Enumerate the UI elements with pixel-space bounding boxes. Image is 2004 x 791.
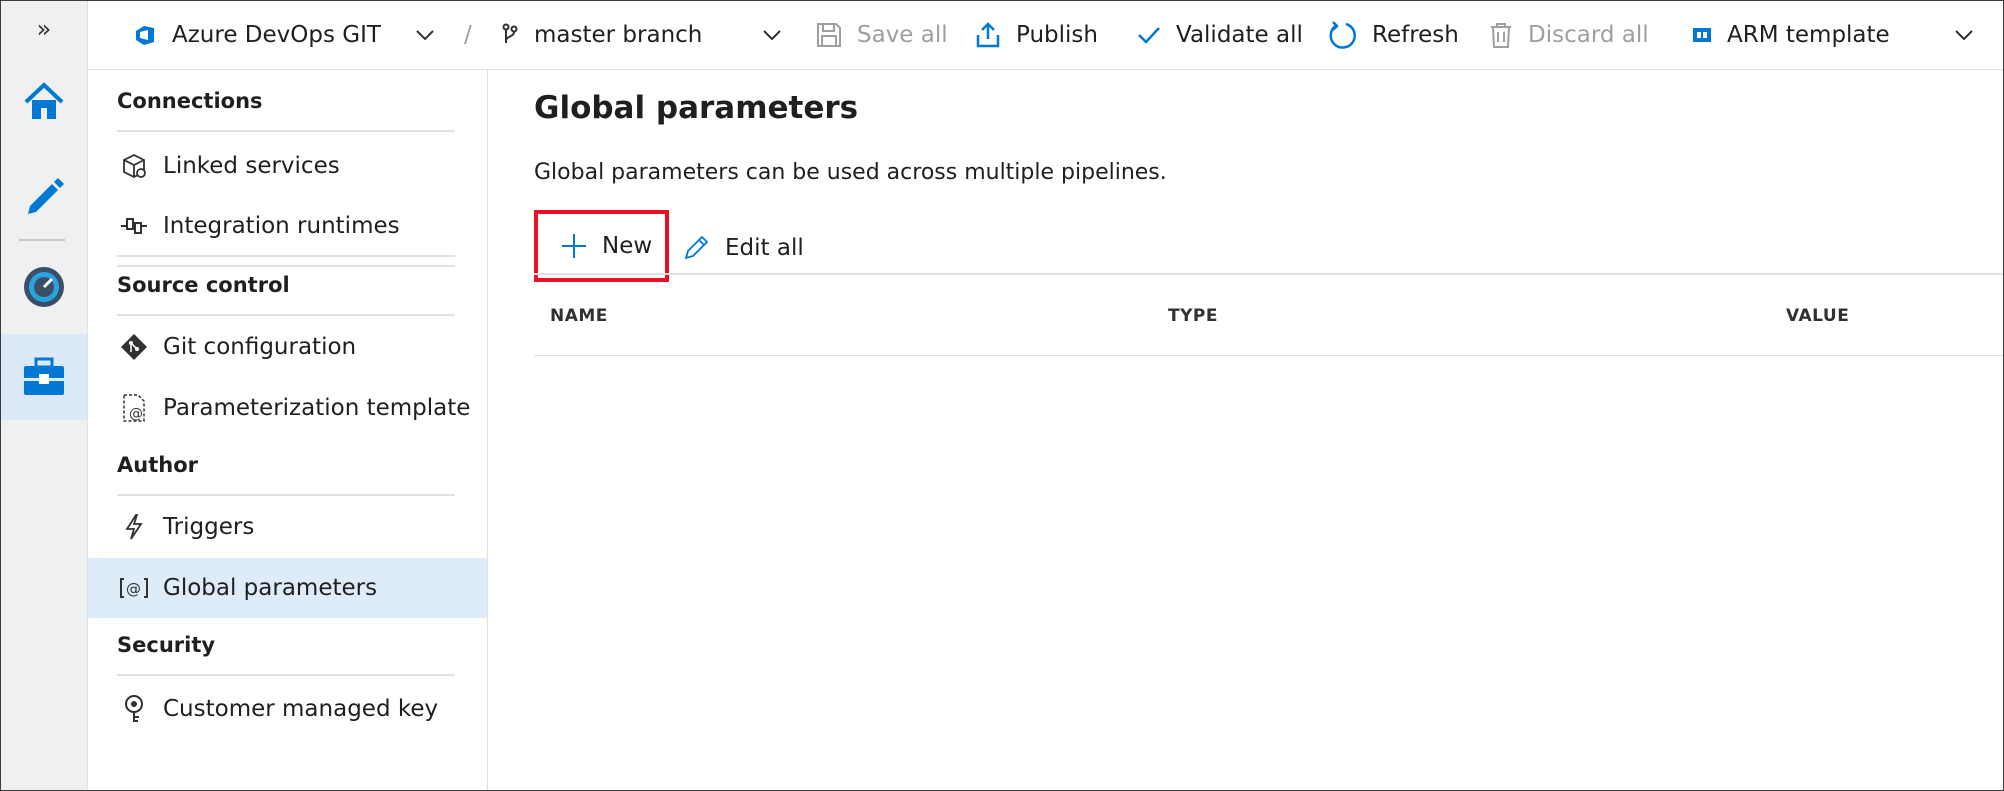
- main-content: Global parameters Global parameters can …: [488, 70, 2003, 790]
- save-all-button[interactable]: Save all: [815, 1, 948, 69]
- path-separator: /: [464, 22, 472, 48]
- save-icon: [817, 23, 841, 47]
- edit-pencil-icon: [684, 235, 709, 260]
- edit-all-button[interactable]: Edit all: [681, 215, 804, 281]
- trigger-icon: [125, 514, 143, 540]
- arm-template-icon: [1693, 28, 1711, 42]
- double-chevron-icon: »: [36, 15, 52, 43]
- rail-monitor-button[interactable]: [1, 244, 87, 330]
- page-title: Global parameters: [534, 90, 859, 126]
- publish-button[interactable]: Publish: [974, 1, 1098, 69]
- column-header-name[interactable]: NAME: [550, 306, 608, 326]
- pencil-icon: [28, 178, 64, 214]
- nav-item-label: Triggers: [163, 514, 255, 540]
- manage-nav: Connections Linked services Integration …: [88, 70, 488, 790]
- window-frame: » Azure DevOps GIT / master branch Save …: [0, 0, 2004, 791]
- branch-selector[interactable]: master branch: [500, 1, 702, 69]
- chevron-down-icon[interactable]: [413, 23, 437, 47]
- svg-text:@: @: [129, 406, 143, 422]
- chevron-down-icon[interactable]: [760, 23, 784, 47]
- linked-services-icon: [123, 153, 146, 179]
- rail-author-button[interactable]: [1, 151, 87, 237]
- nav-item-linked-services[interactable]: Linked services: [88, 136, 487, 196]
- refresh-icon: [1329, 21, 1356, 49]
- top-toolbar: Azure DevOps GIT / master branch Save al…: [88, 1, 2003, 70]
- grid-top-divider: [534, 273, 2003, 275]
- rail-manage-button[interactable]: [1, 334, 87, 420]
- page-description: Global parameters can be used across mul…: [534, 160, 1167, 185]
- nav-item-parameterization-template[interactable]: @ Parameterization template: [88, 378, 487, 438]
- discard-all-button[interactable]: Discard all: [1488, 1, 1649, 69]
- home-icon: [24, 82, 64, 119]
- left-rail: »: [1, 1, 88, 790]
- monitor-icon: [24, 267, 64, 307]
- parameterization-template-icon: @: [123, 394, 145, 422]
- nav-item-label: Git configuration: [163, 334, 357, 360]
- global-parameters-icon: @: [120, 578, 148, 598]
- branch-icon: [502, 23, 518, 43]
- repo-selector[interactable]: Azure DevOps GIT: [134, 1, 381, 69]
- nav-item-customer-managed-key[interactable]: Customer managed key: [88, 679, 487, 739]
- new-label: New: [602, 233, 653, 259]
- column-header-type[interactable]: TYPE: [1168, 306, 1218, 326]
- azure-devops-icon: [136, 26, 154, 45]
- publish-icon: [976, 22, 1000, 48]
- refresh-label: Refresh: [1372, 22, 1459, 48]
- arm-template-button[interactable]: ARM template: [1691, 1, 1890, 69]
- section-security: Security: [117, 616, 455, 676]
- nav-item-triggers[interactable]: Triggers: [88, 497, 487, 557]
- toolbox-icon: [24, 357, 64, 395]
- nav-item-label: Parameterization template: [163, 395, 471, 421]
- edit-all-label: Edit all: [725, 235, 804, 261]
- svg-text:@: @: [126, 580, 141, 598]
- nav-item-label: Linked services: [163, 153, 340, 179]
- discard-all-label: Discard all: [1528, 22, 1649, 48]
- nav-item-global-parameters[interactable]: @ Global parameters: [88, 558, 487, 618]
- trash-icon: [1491, 23, 1511, 48]
- plus-icon: [562, 234, 586, 258]
- section-source-control: Source control: [117, 256, 455, 316]
- grid-header-divider: [534, 355, 2003, 356]
- checkmark-icon: [1138, 27, 1160, 44]
- column-header-value[interactable]: VALUE: [1786, 306, 1849, 326]
- repo-label: Azure DevOps GIT: [172, 22, 381, 48]
- publish-label: Publish: [1016, 22, 1098, 48]
- section-connections: Connections: [117, 72, 455, 132]
- nav-item-label: Customer managed key: [163, 696, 439, 722]
- new-button[interactable]: New: [534, 210, 669, 282]
- chevron-down-icon[interactable]: [1952, 23, 1976, 47]
- refresh-button[interactable]: Refresh: [1328, 1, 1459, 69]
- validate-all-label: Validate all: [1176, 22, 1303, 48]
- arm-template-label: ARM template: [1727, 22, 1890, 48]
- nav-item-git-configuration[interactable]: Git configuration: [88, 317, 487, 377]
- git-icon: [121, 334, 147, 360]
- validate-all-button[interactable]: Validate all: [1136, 1, 1303, 69]
- expand-rail-button[interactable]: »: [1, 1, 87, 57]
- section-author: Author: [117, 436, 455, 496]
- key-icon: [125, 695, 143, 722]
- save-all-label: Save all: [857, 22, 948, 48]
- rail-home-button[interactable]: [1, 59, 87, 145]
- branch-label: master branch: [534, 22, 703, 48]
- nav-item-label: Global parameters: [163, 575, 378, 601]
